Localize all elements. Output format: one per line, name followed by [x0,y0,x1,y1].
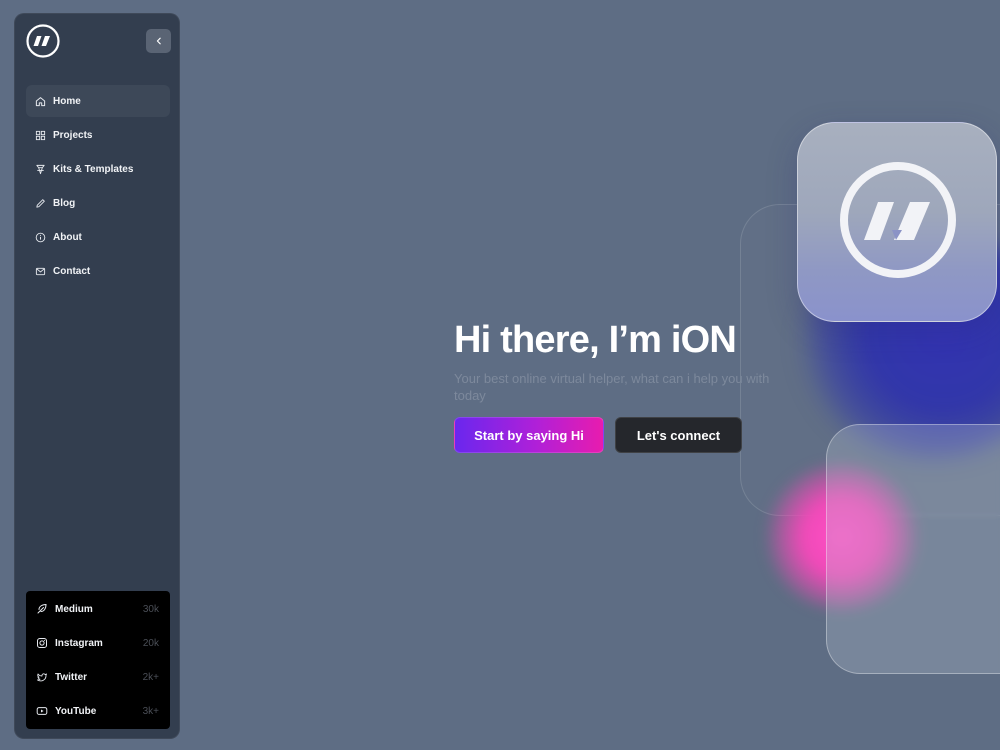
hero-subtitle: Your best online virtual helper, what ca… [454,371,770,403]
grid-icon [35,130,46,141]
pink-glow [762,462,922,612]
lets-connect-button[interactable]: Let's connect [615,417,742,453]
chevron-left-icon [156,37,161,45]
home-icon [35,96,46,107]
social-item-label: Instagram [55,637,103,649]
pen-nib-icon [35,164,46,175]
social-links: Medium 30k Instagram 20k Twitter 2k+ You… [26,591,170,729]
social-item-count: 30k [142,603,159,615]
social-item-medium[interactable]: Medium 30k [26,592,170,626]
sidebar-item-label: About [53,231,82,243]
sidebar-item-about[interactable]: About [26,221,170,253]
mail-icon [35,266,46,277]
double-slash-logo-icon [840,162,956,278]
sidebar-item-kits-templates[interactable]: Kits & Templates [26,153,170,185]
app-icon-card [797,122,997,322]
sidebar-item-contact[interactable]: Contact [26,255,170,287]
hero-section: Hi there, I’m iON Your best online virtu… [454,318,774,453]
sidebar-item-label: Kits & Templates [53,163,134,175]
hero-actions: Start by saying Hi Let's connect [454,417,774,453]
info-icon [35,232,46,243]
sidebar: Home Projects Kits & Templates Blog Abou… [14,13,180,739]
social-item-twitter[interactable]: Twitter 2k+ [26,660,170,694]
sidebar-item-label: Projects [53,129,93,141]
social-item-label: Twitter [55,671,88,683]
blue-glow [800,230,1000,460]
instagram-icon [36,637,48,649]
hero-title: Hi there, I’m iON [454,319,737,361]
glass-panel-outline [740,204,1000,516]
glass-card [826,424,1000,674]
sidebar-item-label: Contact [53,265,91,277]
social-item-count: 20k [142,637,159,649]
feather-icon [36,603,48,615]
twitter-icon [36,671,48,683]
sidebar-item-projects[interactable]: Projects [26,119,170,151]
sidebar-nav: Home Projects Kits & Templates Blog Abou… [26,85,170,289]
collapse-sidebar-button[interactable] [146,29,171,53]
social-item-youtube[interactable]: YouTube 3k+ [26,694,170,728]
sidebar-item-label: Home [53,95,81,107]
start-saying-hi-button[interactable]: Start by saying Hi [454,417,604,453]
double-slash-logo-icon[interactable] [26,24,60,58]
social-item-count: 2k+ [142,671,159,683]
social-item-label: YouTube [55,705,97,717]
social-item-label: Medium [55,603,93,615]
youtube-icon [36,705,48,717]
social-item-instagram[interactable]: Instagram 20k [26,626,170,660]
sidebar-item-home[interactable]: Home [26,85,170,117]
sidebar-item-label: Blog [53,197,76,209]
pencil-icon [35,198,46,209]
social-item-count: 3k+ [142,705,159,717]
sidebar-item-blog[interactable]: Blog [26,187,170,219]
